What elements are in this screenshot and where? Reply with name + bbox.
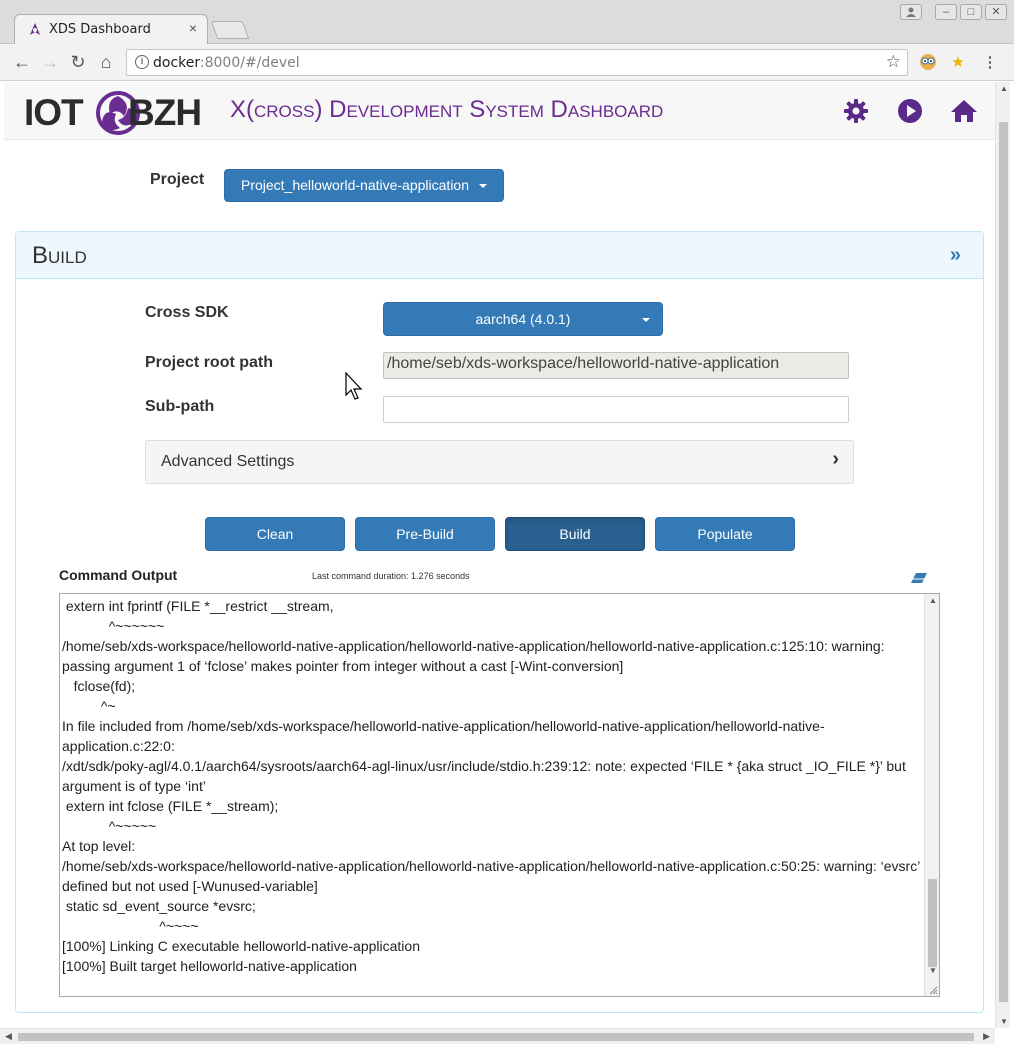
- page-content: IOT BZH X(cross) Development System Dash…: [4, 82, 995, 1028]
- output-line: application.c:22:0:: [62, 738, 175, 754]
- tab-title: XDS Dashboard: [49, 22, 151, 37]
- page-horizontal-scrollbar[interactable]: ◀ ▶: [0, 1028, 995, 1044]
- browser-titlebar: XDS Dashboard × – □ ✕: [0, 0, 1014, 44]
- output-line: [100%] Built target helloworld-native-ap…: [62, 958, 357, 974]
- output-line: defined but not used [-Wunused-variable]: [62, 878, 318, 894]
- command-output-label: Command Output: [59, 567, 178, 583]
- output-line: extern int fclose (FILE *__stream);: [62, 798, 279, 814]
- page-vertical-scrollbar[interactable]: ▲ ▼: [995, 82, 1010, 1028]
- url-path: :8000/#/devel: [199, 55, 300, 71]
- advanced-settings-toggle[interactable]: Advanced Settings ›: [145, 440, 854, 484]
- build-panel-title: Build: [32, 242, 87, 269]
- scroll-down-icon[interactable]: ▼: [1000, 1017, 1008, 1026]
- caret-down-icon: [642, 318, 650, 322]
- resize-grip-icon[interactable]: [928, 985, 938, 995]
- root-path-label: Project root path: [145, 354, 274, 371]
- command-output-area[interactable]: extern int fprintf (FILE *__restrict __s…: [59, 593, 940, 997]
- build-panel-heading: Build »: [16, 232, 983, 279]
- output-line: /home/seb/xds-workspace/helloworld-nativ…: [62, 858, 921, 874]
- scroll-right-icon[interactable]: ▶: [983, 1031, 990, 1042]
- play-icon[interactable]: [895, 96, 925, 126]
- xds-favicon-icon: [30, 23, 40, 35]
- prebuild-button[interactable]: Pre-Build: [355, 517, 495, 551]
- iotbzh-logo[interactable]: IOT BZH: [24, 86, 214, 136]
- scroll-left-icon[interactable]: ◀: [5, 1031, 12, 1042]
- scroll-down-icon[interactable]: ▼: [929, 966, 937, 975]
- clean-button[interactable]: Clean: [205, 517, 345, 551]
- profile-button[interactable]: [900, 4, 922, 20]
- bookmark-star-icon[interactable]: ☆: [886, 52, 901, 72]
- output-line: extern int fprintf (FILE *__restrict __s…: [62, 598, 334, 614]
- project-selected: Project_helloworld-native-application: [240, 177, 469, 193]
- url-text: docker:8000/#/devel: [153, 55, 300, 71]
- browser-menu-icon[interactable]: ⋮: [980, 53, 1000, 73]
- output-line: At top level:: [62, 838, 136, 854]
- output-line: ^~~~~~: [62, 818, 157, 834]
- double-chevron-right-icon[interactable]: »: [950, 244, 961, 267]
- maximize-button[interactable]: □: [960, 4, 982, 20]
- mouse-cursor-icon: [345, 372, 363, 400]
- home-nav-icon[interactable]: ⌂: [96, 52, 116, 72]
- reload-icon[interactable]: ↻: [68, 52, 88, 72]
- command-output-text: extern int fprintf (FILE *__restrict __s…: [62, 596, 924, 976]
- eraser-icon[interactable]: [911, 573, 927, 583]
- output-scrollbar[interactable]: ▲ ▼: [924, 594, 939, 996]
- home-icon[interactable]: [949, 96, 979, 126]
- extension-owl-icon[interactable]: [918, 53, 938, 73]
- cross-sdk-dropdown[interactable]: aarch64 (4.0.1): [383, 302, 663, 336]
- forward-icon[interactable]: →: [40, 52, 60, 72]
- output-line: [100%] Linking C executable helloworld-n…: [62, 938, 420, 954]
- build-button[interactable]: Build: [505, 517, 645, 551]
- output-line: /xdt/sdk/poky-agl/4.0.1/aarch64/sysroots…: [62, 758, 906, 774]
- app-header: IOT BZH X(cross) Development System Dash…: [4, 82, 995, 140]
- root-path-field[interactable]: /home/seb/xds-workspace/helloworld-nativ…: [383, 352, 849, 379]
- project-dropdown[interactable]: Project_helloworld-native-application: [224, 169, 504, 202]
- project-label: Project: [150, 171, 205, 188]
- profile-icon: [906, 7, 916, 17]
- browser-toolbar: ← → ↻ ⌂ i docker:8000/#/devel ☆ ★ ⋮: [0, 44, 1014, 81]
- info-icon[interactable]: i: [135, 55, 149, 69]
- browser-tab[interactable]: XDS Dashboard ×: [14, 14, 208, 44]
- advanced-settings-label: Advanced Settings: [161, 453, 295, 470]
- output-line: ^~~~~~~: [62, 618, 165, 634]
- output-line: In file included from /home/seb/xds-work…: [62, 718, 825, 734]
- output-line: fclose(fd);: [62, 678, 136, 694]
- minimize-button[interactable]: –: [935, 4, 957, 20]
- output-line: passing argument 1 of ‘fclose’ makes poi…: [62, 658, 624, 674]
- command-duration: Last command duration: 1.276 seconds: [312, 571, 470, 581]
- chevron-right-icon: ›: [832, 448, 839, 470]
- logo-text-right: BZH: [128, 92, 202, 133]
- app-title: X(cross) Development System Dashboard: [230, 96, 664, 123]
- close-window-button[interactable]: ✕: [985, 4, 1007, 20]
- address-bar[interactable]: i docker:8000/#/devel ☆: [126, 49, 908, 76]
- caret-down-icon: [479, 184, 487, 189]
- output-line: ^~: [62, 698, 116, 714]
- scroll-up-icon[interactable]: ▲: [929, 596, 937, 605]
- subpath-field[interactable]: [383, 396, 849, 423]
- cross-sdk-label: Cross SDK: [145, 304, 229, 321]
- populate-button[interactable]: Populate: [655, 517, 795, 551]
- page-hscroll-thumb[interactable]: [18, 1033, 974, 1041]
- output-scroll-thumb[interactable]: [928, 879, 937, 967]
- output-line: argument is of type ‘int’: [62, 778, 206, 794]
- subpath-label: Sub-path: [145, 398, 215, 415]
- url-host: docker: [153, 55, 200, 71]
- tab-close-icon[interactable]: ×: [189, 20, 197, 36]
- cross-sdk-selected: aarch64 (4.0.1): [475, 311, 571, 327]
- extension-star-icon[interactable]: ★: [948, 53, 968, 73]
- output-line: ^~~~~: [62, 918, 199, 934]
- new-tab-button[interactable]: [210, 21, 250, 39]
- page-vscroll-thumb[interactable]: [999, 122, 1008, 1002]
- output-line: /home/seb/xds-workspace/helloworld-nativ…: [62, 638, 885, 654]
- output-line: static sd_event_source *evsrc;: [62, 898, 256, 914]
- logo-text-left: IOT: [24, 92, 84, 133]
- back-icon[interactable]: ←: [12, 52, 32, 72]
- scroll-up-icon[interactable]: ▲: [1000, 84, 1008, 93]
- gear-icon[interactable]: [841, 96, 871, 126]
